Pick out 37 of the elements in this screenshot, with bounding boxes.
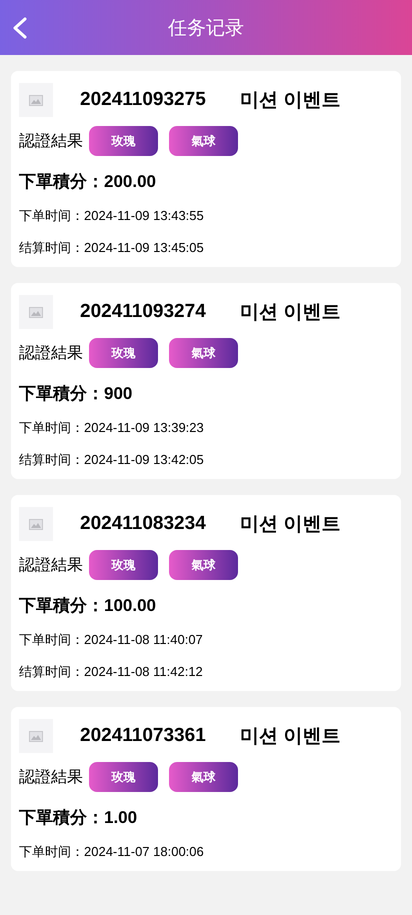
result-tag: 氣球: [169, 762, 238, 792]
order-time: 下单时间：2024-11-08 11:40:07: [19, 631, 204, 649]
result-tag: 玫瑰: [89, 762, 158, 792]
image-placeholder-icon: [19, 295, 53, 329]
image-placeholder-icon: [19, 507, 53, 541]
result-label: 認證結果: [19, 768, 83, 788]
page-title: 任务记录: [168, 16, 244, 40]
back-icon[interactable]: [12, 17, 28, 39]
result-tag: 氣球: [169, 550, 238, 580]
order-number: 202411083234: [80, 513, 207, 535]
result-tag: 氣球: [169, 126, 238, 156]
score-text: 下單積分：200.00: [19, 171, 157, 193]
result-tag: 玫瑰: [89, 550, 158, 580]
score-text: 下單積分：100.00: [19, 595, 157, 617]
record-title: 미션 이벤트: [240, 513, 340, 537]
result-label: 認證結果: [19, 132, 83, 152]
score-text: 下單積分：1.00: [19, 807, 138, 829]
image-placeholder-icon: [19, 719, 53, 753]
order-time: 下单时间：2024-11-07 18:00:06: [19, 843, 205, 861]
score-text: 下單積分：900: [19, 383, 134, 405]
result-label: 認證結果: [19, 344, 83, 364]
order-time: 下单时间：2024-11-09 13:43:55: [19, 207, 205, 225]
settle-time: 结算时间：2024-11-09 13:42:05: [19, 451, 205, 469]
result-tag: 玫瑰: [89, 338, 158, 368]
record-title: 미션 이벤트: [240, 89, 340, 113]
order-number: 202411093275: [80, 89, 207, 111]
settle-time: 结算时间：2024-11-09 13:45:05: [19, 239, 205, 257]
order-time: 下单时间：2024-11-09 13:39:23: [19, 419, 205, 437]
record-title: 미션 이벤트: [240, 301, 340, 325]
order-number: 202411093274: [80, 301, 207, 323]
record-title: 미션 이벤트: [240, 725, 340, 749]
result-tag: 氣球: [169, 338, 238, 368]
image-placeholder-icon: [19, 83, 53, 117]
result-tag: 玫瑰: [89, 126, 158, 156]
order-number: 202411073361: [80, 725, 207, 747]
settle-time: 结算时间：2024-11-08 11:42:12: [19, 663, 204, 681]
result-label: 認證結果: [19, 556, 83, 576]
